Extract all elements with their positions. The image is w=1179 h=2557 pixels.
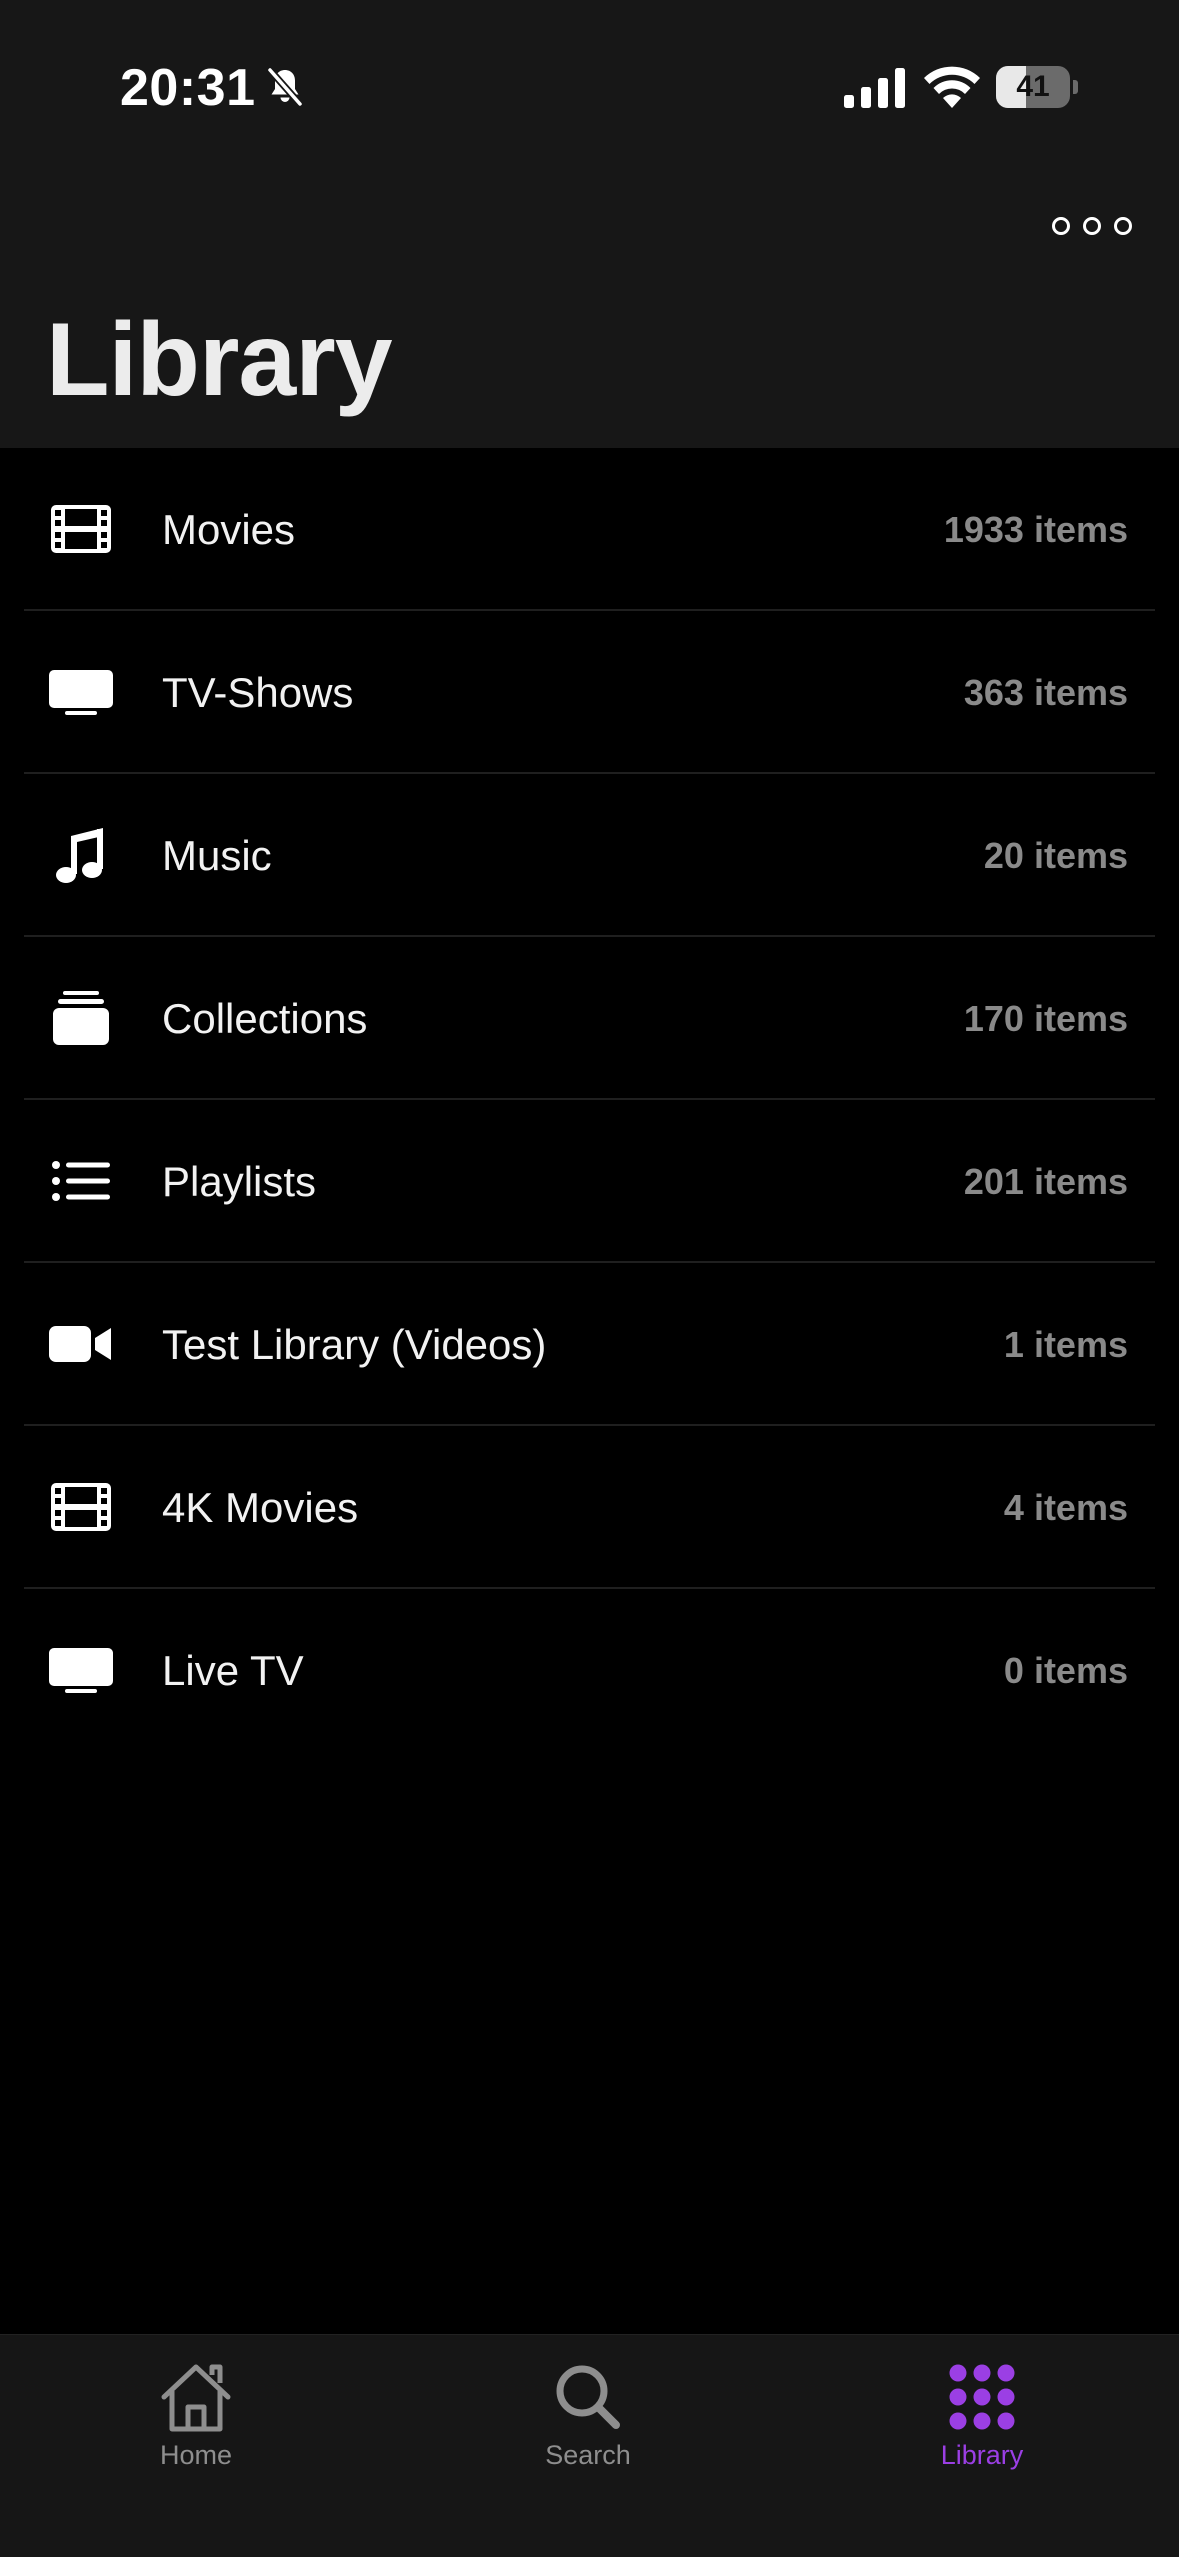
library-label: Test Library (Videos) xyxy=(162,1321,547,1368)
library-list: Movies 1933 items TV-Shows 363 items Mus… xyxy=(0,448,1179,1752)
ellipsis-dot xyxy=(1114,217,1132,235)
header: 20:31 41 Library xyxy=(0,0,1179,448)
cellular-signal-icon xyxy=(844,68,905,108)
house-icon xyxy=(158,2359,234,2435)
library-row-live-tv[interactable]: Live TV 0 items xyxy=(0,1589,1179,1752)
library-label: 4K Movies xyxy=(162,1484,359,1531)
tv-icon xyxy=(46,657,116,727)
library-label: Live TV xyxy=(162,1647,304,1694)
library-row-music[interactable]: Music 20 items xyxy=(0,774,1179,937)
film-icon xyxy=(46,494,116,564)
ellipsis-dot xyxy=(1083,217,1101,235)
library-label: Playlists xyxy=(162,1158,317,1205)
library-count: 20 items xyxy=(983,835,1128,876)
library-row-collections[interactable]: Collections 170 items xyxy=(0,937,1179,1100)
magnifying-glass-icon xyxy=(550,2359,626,2435)
library-label: Music xyxy=(162,832,272,879)
tab-bar: Home Search Library xyxy=(0,2334,1179,2557)
film-icon xyxy=(46,1472,116,1542)
music-note-icon xyxy=(46,820,116,890)
grid-dots-icon xyxy=(944,2359,1020,2435)
library-label: TV-Shows xyxy=(162,669,354,716)
wifi-icon xyxy=(924,66,980,108)
more-options-button[interactable] xyxy=(1052,196,1132,256)
bell-slash-icon xyxy=(267,67,303,107)
library-row-movies[interactable]: Movies 1933 items xyxy=(0,448,1179,611)
ellipsis-circle-icon xyxy=(1052,217,1070,235)
tv-icon xyxy=(46,1635,116,1705)
video-camera-icon xyxy=(46,1309,116,1379)
library-count: 1933 items xyxy=(943,509,1128,550)
library-row-4k-movies[interactable]: 4K Movies 4 items xyxy=(0,1426,1179,1589)
tab-label: Library xyxy=(940,2440,1024,2470)
library-count: 363 items xyxy=(963,672,1128,713)
battery-percent: 41 xyxy=(1016,70,1050,103)
stack-icon xyxy=(46,983,116,1053)
library-row-playlists[interactable]: Playlists 201 items xyxy=(0,1100,1179,1263)
tab-library[interactable]: Library xyxy=(882,2359,1082,2479)
library-row-test-library-videos[interactable]: Test Library (Videos) 1 items xyxy=(0,1263,1179,1426)
battery-indicator: 41 xyxy=(996,66,1078,108)
library-count: 170 items xyxy=(963,998,1128,1039)
tab-home[interactable]: Home xyxy=(96,2359,296,2479)
list-icon xyxy=(46,1146,116,1216)
library-label: Movies xyxy=(162,506,296,553)
library-count: 4 items xyxy=(1003,1487,1128,1528)
tab-search[interactable]: Search xyxy=(488,2359,688,2479)
library-row-tv-shows[interactable]: TV-Shows 363 items xyxy=(0,611,1179,774)
library-count: 201 items xyxy=(963,1161,1128,1202)
page-title: Library xyxy=(46,302,393,418)
library-count: 0 items xyxy=(1003,1650,1128,1691)
library-count: 1 items xyxy=(1003,1324,1128,1365)
battery-body: 41 xyxy=(996,66,1070,108)
library-label: Collections xyxy=(162,995,368,1042)
battery-cap xyxy=(1073,80,1078,94)
status-time: 20:31 xyxy=(120,59,256,117)
tab-label: Search xyxy=(545,2440,631,2470)
tab-label: Home xyxy=(159,2440,233,2470)
